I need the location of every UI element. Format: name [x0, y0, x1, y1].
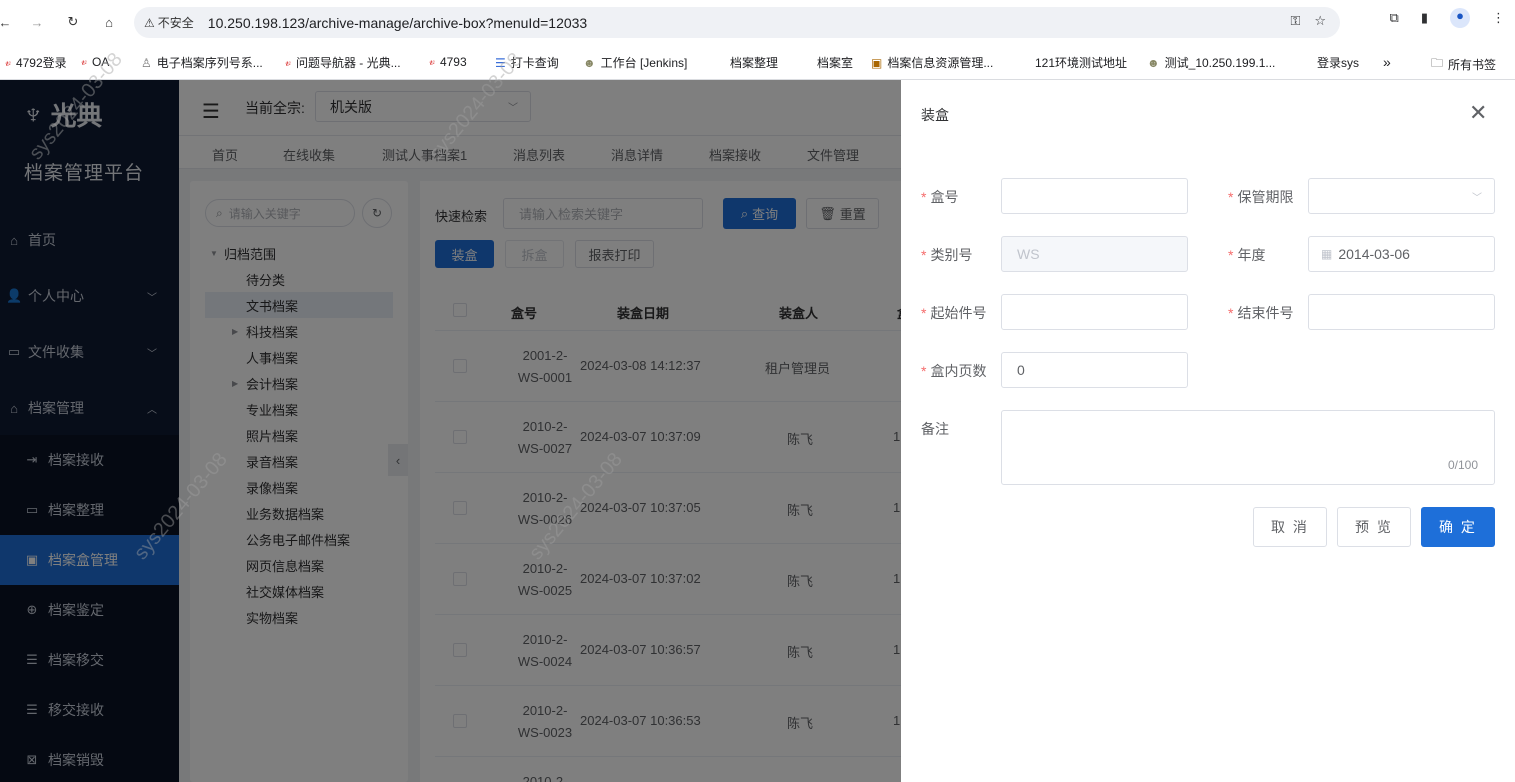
box-no-label: * 盒号 — [921, 189, 959, 205]
bookmark[interactable]: 𝓋 4792登录 — [0, 54, 72, 71]
end-no-input[interactable] — [1308, 294, 1495, 330]
retention-select[interactable]: ﹀ — [1308, 178, 1495, 214]
category-label: * 类别号 — [921, 247, 973, 263]
menu-icon[interactable]: ⋮ — [1492, 10, 1505, 26]
end-no-label: * 结束件号 — [1228, 305, 1294, 321]
box-no-input[interactable] — [1001, 178, 1188, 214]
extensions-icon[interactable]: ⧉ — [1390, 10, 1399, 26]
bookmark[interactable]: 档案整理 — [725, 54, 783, 71]
bookmark-icon: ☻ — [583, 55, 596, 70]
key-icon[interactable]: ⚿ — [1290, 13, 1300, 29]
bookmark-icon: 𝓋 — [81, 54, 87, 68]
bookmark[interactable]: ☻ 测试_10.250.199.1... — [1142, 54, 1280, 71]
star-icon[interactable]: ☆ — [1314, 13, 1326, 29]
remark-textarea[interactable]: 0/100 — [1001, 410, 1495, 485]
folder-icon: 🗀 — [1431, 56, 1444, 70]
home-icon[interactable]: ⌂ — [94, 7, 124, 37]
more-bookmarks-icon[interactable]: » — [1378, 54, 1396, 70]
bookmark-icon: 𝓋 — [285, 55, 291, 69]
forward-icon[interactable]: → — [22, 7, 52, 37]
bookmark-icon: ♙ — [141, 55, 152, 70]
bookmark[interactable]: 登录sys — [1312, 54, 1364, 71]
sidepanel-icon[interactable]: ▮ — [1421, 10, 1428, 26]
address-bar[interactable]: ⚠ 不安全 10.250.198.123/archive-manage/archi… — [134, 7, 1340, 38]
start-no-input[interactable] — [1001, 294, 1188, 330]
preview-button[interactable]: 预 览 — [1337, 507, 1411, 547]
bookmark-icon: 𝓋 — [429, 54, 435, 68]
cancel-button[interactable]: 取 消 — [1253, 507, 1327, 547]
bookmark-icon: 𝓋 — [5, 55, 11, 69]
url-text: 10.250.198.123/archive-manage/archive-bo… — [207, 14, 588, 31]
category-input[interactable]: WS — [1001, 236, 1188, 272]
security-indicator[interactable]: ⚠ 不安全 — [144, 14, 194, 31]
bookmark-icon: ▣ — [871, 55, 883, 70]
remark-label: 备注 — [921, 421, 949, 437]
bookmark[interactable]: ☻ 工作台 [Jenkins] — [578, 54, 692, 71]
pages-label: * 盒内页数 — [921, 363, 987, 379]
watermark: sys2024-03-08 — [525, 448, 627, 565]
pack-box-drawer: 装盒 ✕ * 盒号 * 保管期限 ﹀ * 类别号 WS * 年度 ▦ 2014-03-06… — [901, 80, 1515, 782]
profile-icon[interactable]: ● — [1450, 8, 1470, 28]
reload-icon[interactable]: ↻ — [58, 7, 88, 37]
bookmark[interactable]: 档案室 — [812, 54, 858, 71]
back-icon[interactable]: ← — [0, 7, 20, 37]
bookmark[interactable]: ♙ 电子档案序列号系... — [136, 54, 268, 71]
year-label: * 年度 — [1228, 247, 1266, 263]
drawer-title: 装盒 — [921, 107, 949, 123]
chevron-down-icon: ﹀ — [1472, 192, 1482, 204]
calendar-icon: ▦ — [1321, 247, 1333, 261]
watermark: sys2024-03-08 — [130, 448, 232, 565]
modal-overlay[interactable]: sys2024-03-08 sys2024-03-08 sys2024-03-0… — [0, 49, 901, 782]
bookmarks-bar: 𝓋 4792登录 𝓋 OA ♙ 电子档案序列号系... 𝓋 问题导航器 - 光典... … — [0, 44, 1515, 80]
bookmark[interactable]: 121环境测试地址 — [1030, 54, 1132, 71]
confirm-button[interactable]: 确 定 — [1421, 507, 1495, 547]
year-date-picker[interactable]: ▦ 2014-03-06 — [1308, 236, 1495, 272]
bookmark[interactable]: 𝓋 问题导航器 - 光典... — [280, 54, 406, 71]
bookmark[interactable]: 𝓋 4793 — [424, 54, 472, 69]
bookmark[interactable]: ▣ 档案信息资源管理... — [866, 54, 998, 71]
warning-icon: ⚠ — [144, 15, 155, 30]
all-bookmarks[interactable]: 🗀 所有书签 — [1426, 54, 1501, 75]
close-icon[interactable]: ✕ — [1469, 100, 1487, 126]
bookmark-icon: ☻ — [1147, 55, 1160, 70]
char-count: 0/100 — [1447, 458, 1478, 472]
retention-label: * 保管期限 — [1228, 189, 1294, 205]
browser-toolbar: ← → ↻ ⌂ ⚠ 不安全 10.250.198.123/archive-mana… — [0, 0, 1515, 44]
start-no-label: * 起始件号 — [921, 305, 987, 321]
pages-input[interactable]: 0 — [1001, 352, 1188, 388]
